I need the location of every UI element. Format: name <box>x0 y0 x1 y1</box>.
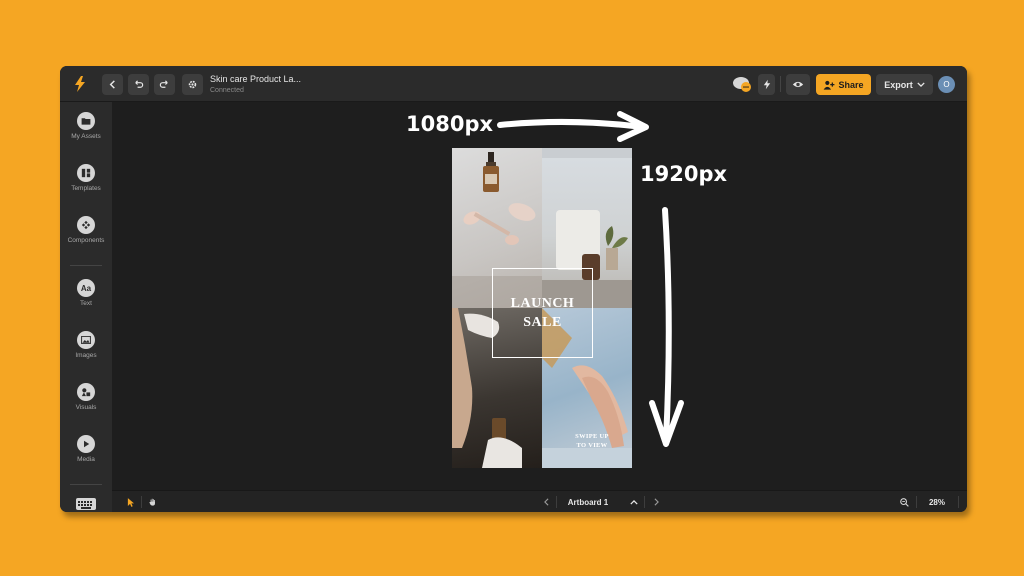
artboard-name: Artboard 1 <box>567 497 609 507</box>
toolbar-divider <box>141 496 142 508</box>
previous-artboard-button[interactable] <box>540 491 552 512</box>
sidebar-item-media[interactable]: Media <box>60 435 112 479</box>
sidebar-item-label: Templates <box>71 185 101 192</box>
eye-icon <box>792 81 804 88</box>
sidebar-item-label: Images <box>75 352 97 359</box>
play-icon <box>77 435 95 453</box>
artboard[interactable]: LAUNCH SALE SWIPE UP TO VIEW <box>452 148 632 468</box>
sidebar-item-images[interactable]: Images <box>60 331 112 375</box>
undo-icon <box>135 80 144 88</box>
toolbar-divider <box>556 496 557 508</box>
fullscreen-icon <box>966 497 967 507</box>
sidebar-item-label: Text <box>80 300 92 307</box>
sidebar-item-label: My Assets <box>71 133 101 140</box>
sidebar-item-text[interactable]: Aa Text <box>60 279 112 323</box>
next-artboard-button[interactable] <box>650 491 662 512</box>
add-user-icon <box>824 80 835 90</box>
share-button-label: Share <box>838 79 864 90</box>
chevron-left-icon <box>109 80 115 89</box>
sidebar-item-label: Media <box>77 456 95 463</box>
zoom-out-icon <box>899 497 909 507</box>
editor-window: Skin care Product La... Connected Share … <box>60 66 967 512</box>
sidebar-divider <box>70 484 102 485</box>
visuals-icon <box>77 383 95 401</box>
fit-to-screen-button[interactable] <box>964 491 967 512</box>
top-toolbar: Skin care Product La... Connected Share … <box>60 66 967 102</box>
export-button-label: Export <box>884 79 913 90</box>
headline-line-2[interactable]: SALE <box>523 313 562 332</box>
quick-actions-button[interactable] <box>758 74 775 95</box>
width-annotation: 1080px <box>406 112 494 136</box>
sidebar-item-label: Visuals <box>75 404 97 411</box>
toolbar-divider <box>644 496 645 508</box>
export-button[interactable]: Export <box>876 74 933 95</box>
folder-icon <box>77 112 95 130</box>
components-icon <box>77 216 95 234</box>
cta-line-2: TO VIEW <box>576 442 608 449</box>
toolbar-divider <box>780 76 781 92</box>
back-button[interactable] <box>102 74 123 95</box>
images-icon <box>77 331 95 349</box>
toolbar-divider <box>958 496 959 508</box>
text-icon-glyph: Aa <box>80 283 92 293</box>
preview-button[interactable] <box>786 74 810 95</box>
lightning-icon <box>763 79 770 90</box>
redo-icon <box>159 80 168 88</box>
chevron-left-icon <box>543 498 548 506</box>
swipe-cta-text[interactable]: SWIPE UP TO VIEW <box>562 432 622 450</box>
select-tool-button[interactable] <box>124 491 136 512</box>
templates-icon <box>77 164 95 182</box>
sidebar-item-label: Components <box>67 237 105 244</box>
app-logo-icon[interactable] <box>70 74 90 94</box>
design-canvas[interactable]: LAUNCH SALE SWIPE UP TO VIEW <box>112 102 967 490</box>
zoom-level[interactable]: 28% <box>922 491 952 512</box>
chevron-down-icon <box>917 82 925 87</box>
toolbar-divider <box>916 496 917 508</box>
user-avatar[interactable]: O <box>938 76 955 93</box>
redo-button[interactable] <box>154 74 175 95</box>
settings-button[interactable] <box>182 74 203 95</box>
artboard-selector[interactable]: Artboard 1 <box>560 491 616 512</box>
hand-tool-button[interactable] <box>146 491 160 512</box>
height-annotation: 1920px <box>640 162 728 186</box>
share-button[interactable]: Share <box>816 74 871 95</box>
artboard-list-toggle[interactable] <box>627 491 641 512</box>
hand-icon <box>149 498 155 506</box>
gear-icon <box>188 80 197 89</box>
comment-icon <box>733 77 751 92</box>
sidebar-item-my-assets[interactable]: My Assets <box>60 112 112 156</box>
document-title[interactable]: Skin care Product La... <box>210 74 301 84</box>
headline-frame[interactable]: LAUNCH SALE <box>492 268 593 358</box>
cta-line-1: SWIPE UP <box>575 433 609 440</box>
zoom-out-button[interactable] <box>897 491 911 512</box>
undo-button[interactable] <box>128 74 149 95</box>
left-sidebar: My Assets Templates Components Aa Text I <box>60 102 112 512</box>
sidebar-item-templates[interactable]: Templates <box>60 164 112 208</box>
text-icon: Aa <box>77 279 95 297</box>
zoom-value: 28% <box>928 497 945 507</box>
sidebar-divider <box>70 265 102 266</box>
keyboard-icon[interactable] <box>76 498 96 510</box>
chevron-right-icon <box>654 498 659 506</box>
headline-line-1[interactable]: LAUNCH <box>511 294 575 313</box>
connection-status: Connected <box>210 87 244 94</box>
comments-button[interactable] <box>732 75 752 93</box>
chevron-up-icon <box>630 499 638 505</box>
sidebar-item-visuals[interactable]: Visuals <box>60 383 112 427</box>
sidebar-item-components[interactable]: Components <box>60 216 112 260</box>
bottom-toolbar: Artboard 1 28% <box>112 490 967 512</box>
cursor-icon <box>127 497 134 507</box>
